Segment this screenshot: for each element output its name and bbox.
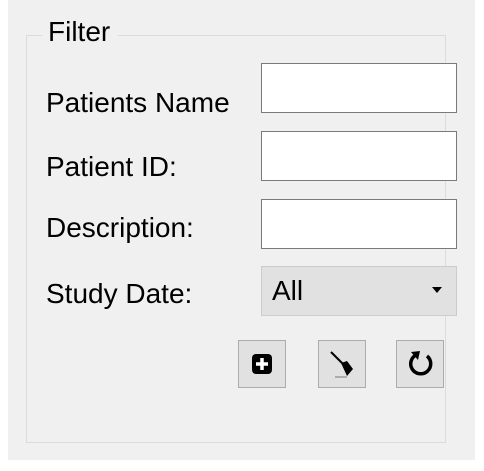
patients-name-input[interactable]	[261, 63, 457, 113]
patients-name-label: Patients Name	[46, 87, 230, 118]
study-date-value: All	[272, 275, 304, 306]
study-date-select[interactable]: All	[261, 266, 457, 316]
broom-icon	[326, 348, 358, 380]
chevron-down-icon	[432, 287, 442, 293]
refresh-icon	[405, 349, 435, 379]
description-label: Description:	[46, 212, 194, 243]
study-date-label: Study Date:	[46, 278, 193, 309]
plus-square-icon	[251, 353, 273, 375]
add-filter-button[interactable]	[238, 340, 286, 388]
refresh-button[interactable]	[396, 340, 444, 388]
filter-title: Filter	[42, 15, 119, 49]
description-input[interactable]	[261, 199, 457, 249]
clear-filter-button[interactable]	[318, 340, 366, 388]
patient-id-label: Patient ID:	[46, 151, 177, 182]
patient-id-input[interactable]	[261, 131, 457, 181]
